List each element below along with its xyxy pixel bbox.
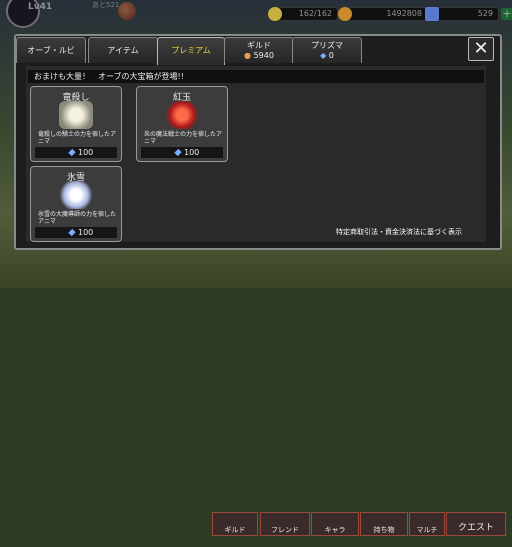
menu-friend-button[interactable]: フレンド	[260, 512, 310, 536]
prisma-gem-icon: ◆	[320, 51, 327, 60]
shop-item-dragon-slayer[interactable]: 竜殺し 竜殺しの騎士の力を宿したアニマ 100	[30, 86, 122, 162]
item-description: 氷雪の大魔導師の力を宿したアニマ	[38, 211, 117, 225]
tab-prisma[interactable]: プリズマ ◆ 0	[292, 37, 362, 63]
item-price: 100	[35, 147, 117, 158]
guild-coin-icon: ●	[244, 51, 252, 60]
gem-icon	[174, 148, 182, 157]
anima-snow-icon	[59, 181, 93, 209]
gem-icon	[425, 7, 439, 21]
tab-guild[interactable]: ギルド ● 5940	[224, 37, 294, 63]
item-price: 100	[141, 147, 223, 158]
guild-points: ● 5940	[244, 51, 274, 60]
shop-item-ice[interactable]: 氷雪 氷雪の大魔導師の力を宿したアニマ 100	[30, 166, 122, 242]
menu-chara-button[interactable]: キャラ	[311, 512, 359, 536]
anima-dragon-icon	[59, 101, 93, 129]
tab-items[interactable]: アイテム	[88, 37, 158, 63]
menu-inventory-button[interactable]: 持ち物	[360, 512, 408, 536]
menu-multi-button[interactable]: マルチ	[409, 512, 445, 536]
tab-orb-ruby[interactable]: オーブ・ルビ	[16, 37, 86, 63]
promo-banner: おまけも大量！ オーブの大宝箱が登場!!	[28, 70, 484, 83]
item-price: 100	[35, 227, 117, 238]
legal-notice-link[interactable]: 特定商取引法・資金決済法に基づく表示	[336, 227, 462, 237]
prisma-points: ◆ 0	[320, 51, 334, 60]
gold-coin-icon	[338, 7, 352, 21]
stamina-icon	[268, 7, 282, 21]
gem-icon	[68, 228, 76, 237]
tab-premium[interactable]: プレミアム	[157, 37, 225, 65]
gem-icon	[68, 148, 76, 157]
menu-quest-button[interactable]: クエスト	[446, 512, 506, 536]
item-description: 竜殺しの騎士の力を宿したアニマ	[38, 131, 117, 145]
anima-flame-icon	[165, 101, 199, 129]
menu-guild-button[interactable]: ギルド	[212, 512, 258, 536]
close-button[interactable]: ✕	[468, 37, 494, 61]
item-description: 炎の魔法戦士の力を宿したアニマ	[144, 131, 223, 145]
shop-item-ruby[interactable]: 紅玉 炎の魔法戦士の力を宿したアニマ 100	[136, 86, 228, 162]
